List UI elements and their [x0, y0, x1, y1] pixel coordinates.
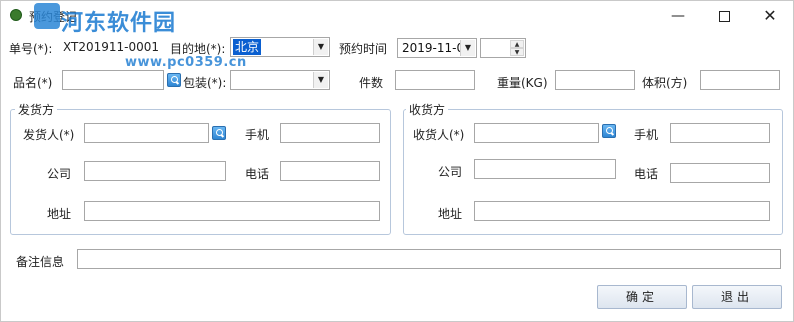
appointment-date-picker[interactable]: 2019-11-07 ▼: [397, 38, 477, 58]
dropdown-arrow-icon[interactable]: ▼: [313, 72, 328, 88]
sender-person-input[interactable]: [84, 123, 209, 143]
watermark-text: 河东软件园: [61, 10, 177, 36]
dropdown-arrow-icon[interactable]: ▼: [460, 40, 475, 56]
receiver-company-input[interactable]: [474, 159, 616, 179]
maximize-icon: [718, 10, 730, 22]
count-input[interactable]: [395, 70, 475, 90]
exit-button[interactable]: 退出: [692, 285, 782, 309]
app-icon: [10, 9, 22, 21]
receiver-person-label: 收货人(*): [413, 128, 465, 142]
receiver-tel-label: 电话: [634, 167, 659, 181]
weight-label: 重量(KG): [497, 76, 548, 90]
receiver-phone-input[interactable]: [670, 123, 770, 143]
volume-input[interactable]: [700, 70, 780, 90]
sender-tel-label: 电话: [245, 167, 270, 181]
destination-value: 北京: [233, 39, 262, 55]
remarks-label: 备注信息: [16, 255, 65, 269]
goods-name-input[interactable]: [62, 70, 164, 90]
appointment-time-spinner[interactable]: ▲ ▼: [480, 38, 526, 58]
goods-name-label: 品名(*): [13, 76, 53, 90]
receiver-group-title: 收货方: [406, 101, 449, 118]
dropdown-arrow-icon[interactable]: ▼: [313, 39, 328, 55]
confirm-button[interactable]: 确定: [597, 285, 687, 309]
maximize-button[interactable]: [701, 3, 747, 29]
appointment-time-label: 预约时间: [339, 42, 388, 56]
volume-label: 体积(方): [642, 76, 688, 90]
receiver-phone-label: 手机: [634, 128, 659, 142]
receiver-company-label: 公司: [438, 165, 463, 179]
sender-phone-input[interactable]: [280, 123, 380, 143]
sender-tel-input[interactable]: [280, 161, 380, 181]
order-no-value: XT201911-0001: [63, 40, 160, 54]
title-bar: 预约登记 河东软件园 — ✕: [1, 1, 793, 36]
sender-phone-label: 手机: [245, 128, 270, 142]
search-icon[interactable]: [167, 73, 181, 87]
receiver-address-label: 地址: [438, 207, 463, 221]
appointment-window: 预约登记 河东软件园 — ✕ 单号(*): XT201911-0001 目的地(…: [0, 0, 794, 322]
order-no-label: 单号(*):: [9, 42, 53, 56]
watermark-url: www.pc0359.cn: [125, 55, 247, 70]
count-label: 件数: [359, 76, 384, 90]
packaging-label: 包装(*):: [183, 76, 227, 90]
spinner-down-icon[interactable]: ▼: [510, 48, 524, 56]
watermark-logo-icon: [34, 3, 60, 29]
sender-address-label: 地址: [47, 207, 72, 221]
search-icon[interactable]: [602, 124, 616, 138]
destination-select[interactable]: 北京 ▼: [230, 37, 330, 57]
receiver-address-input[interactable]: [474, 201, 770, 221]
search-icon[interactable]: [212, 126, 226, 140]
sender-person-label: 发货人(*): [23, 128, 75, 142]
weight-input[interactable]: [555, 70, 635, 90]
sender-company-input[interactable]: [84, 161, 226, 181]
sender-address-input[interactable]: [84, 201, 380, 221]
sender-group-title: 发货方: [15, 101, 58, 118]
sender-company-label: 公司: [47, 167, 72, 181]
packaging-select[interactable]: ▼: [230, 70, 330, 90]
receiver-tel-input[interactable]: [670, 163, 770, 183]
spinner-up-icon[interactable]: ▲: [510, 40, 524, 48]
remarks-input[interactable]: [77, 249, 781, 269]
minimize-button[interactable]: —: [655, 3, 701, 29]
close-button[interactable]: ✕: [747, 3, 793, 29]
receiver-person-input[interactable]: [474, 123, 599, 143]
